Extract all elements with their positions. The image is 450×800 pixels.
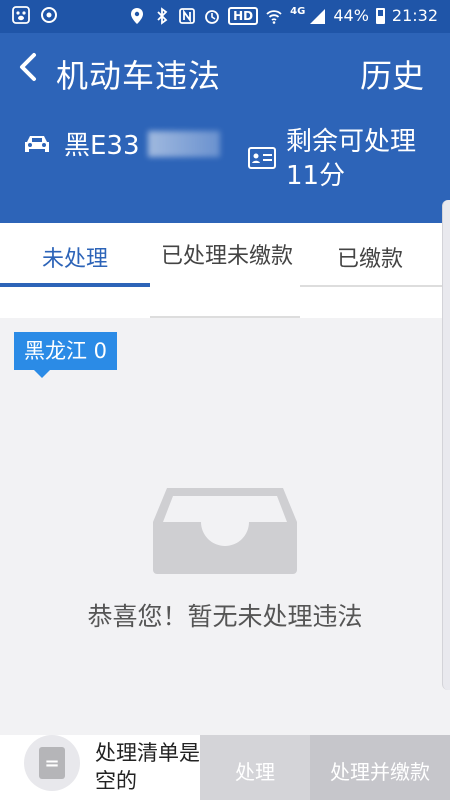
tab-divider xyxy=(300,285,450,287)
tab-label: 已缴款 xyxy=(336,247,403,272)
bluetooth-icon xyxy=(157,6,168,25)
car-icon xyxy=(25,135,49,152)
location-icon xyxy=(131,7,144,24)
list-doc-glyph: = xyxy=(39,747,65,779)
network-type: 4G xyxy=(290,6,306,17)
back-button[interactable] xyxy=(14,49,44,85)
wifi-icon xyxy=(266,9,282,24)
process-list-status: 处理清单是空的 xyxy=(95,741,200,793)
empty-message: 恭喜您！暂无未处理违法 xyxy=(87,602,363,631)
empty-inbox-icon xyxy=(153,488,297,574)
header: 机动车违法 历史 黑E33 剩余可处理11分 xyxy=(0,33,450,223)
tab-paid[interactable]: 已缴款 xyxy=(300,223,450,318)
process-list-icon[interactable]: = xyxy=(24,735,80,791)
plate-blur-mask xyxy=(147,130,220,157)
process-and-pay-button[interactable]: 处理并缴款 xyxy=(310,735,450,800)
tab-bar: 未处理 已处理未缴款 已缴款 xyxy=(0,223,450,318)
plate-info: 黑E33 xyxy=(22,125,220,162)
clock: 21:32 xyxy=(391,6,438,25)
tab-unprocessed[interactable]: 未处理 xyxy=(0,223,150,318)
tab-active-indicator xyxy=(0,283,150,287)
sync-icon xyxy=(41,7,57,23)
battery-icon xyxy=(375,7,385,24)
page-title: 机动车违法 xyxy=(56,57,222,95)
id-card-icon xyxy=(248,147,276,169)
history-button[interactable]: 历史 xyxy=(360,51,424,97)
signal-icon xyxy=(310,8,326,24)
points-remaining: 剩余可处理11分 xyxy=(286,127,417,191)
hd-badge: HD xyxy=(228,6,259,25)
tab-processed-unpaid[interactable]: 已处理未缴款 xyxy=(150,223,300,318)
tab-divider xyxy=(150,316,300,318)
points-info: 剩余可处理11分 xyxy=(248,125,416,193)
plate-number: 黑E33 xyxy=(64,131,140,161)
tab-label: 未处理 xyxy=(41,247,108,272)
status-bar: HD 4G 44% 21:32 xyxy=(0,0,450,33)
alarm-icon xyxy=(205,9,220,24)
process-button[interactable]: 处理 xyxy=(200,735,310,800)
baidu-paw-icon xyxy=(12,6,30,24)
bottom-bar: = 处理清单是空的 处理 处理并缴款 xyxy=(0,735,450,800)
nfc-icon xyxy=(179,7,196,24)
battery-percent: 44% xyxy=(333,6,369,25)
tab-label: 已处理未缴款 xyxy=(160,244,293,269)
region-badge[interactable]: 黑龙江 0 xyxy=(14,332,118,378)
